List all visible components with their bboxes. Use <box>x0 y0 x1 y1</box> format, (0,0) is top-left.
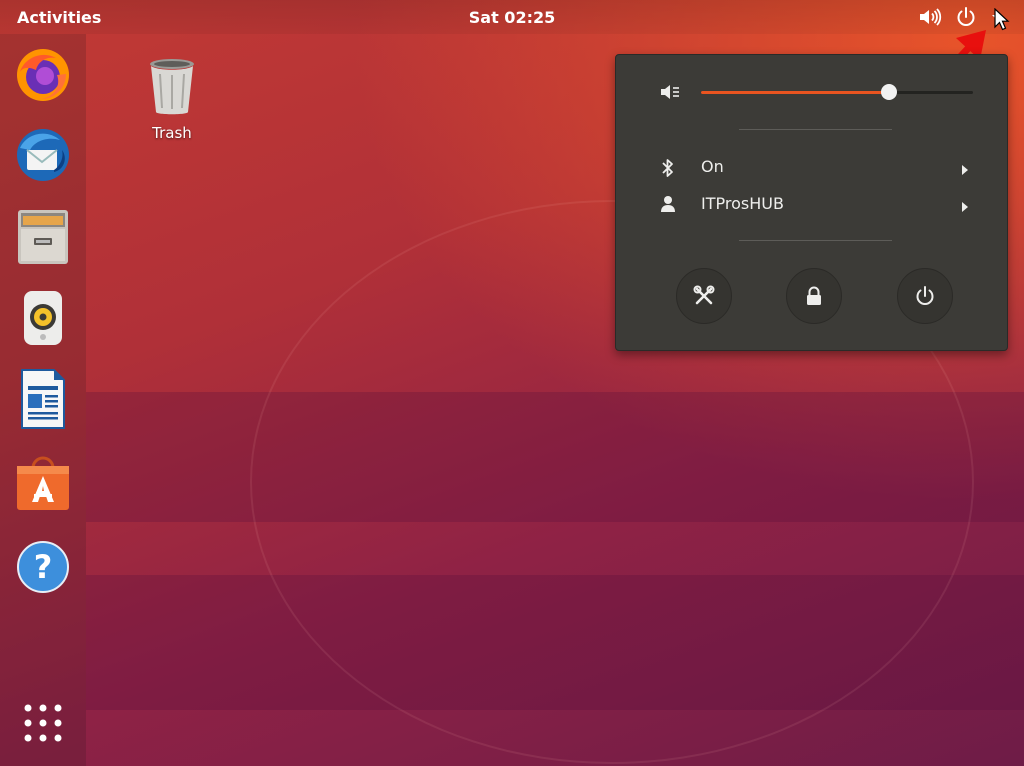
bluetooth-status-label: On <box>701 157 724 176</box>
activities-button[interactable]: Activities <box>17 8 101 27</box>
user-icon <box>660 195 676 217</box>
chevron-right-icon <box>960 198 970 217</box>
lock-button[interactable] <box>786 268 842 324</box>
clock-button[interactable]: Sat 02:25 <box>469 8 555 27</box>
help-icon[interactable]: ? <box>12 536 74 598</box>
thunderbird-icon[interactable] <box>12 124 74 186</box>
volume-slider-knob[interactable] <box>880 84 897 100</box>
dock: ? <box>0 34 86 766</box>
files-icon[interactable] <box>12 206 74 268</box>
svg-text:?: ? <box>34 548 53 586</box>
top-bar: Activities Sat 02:25 <box>0 0 1024 34</box>
system-menu: On ITProsHUB <box>615 54 1008 351</box>
volume-slider[interactable] <box>701 84 973 100</box>
lock-icon <box>807 286 821 305</box>
power-off-button[interactable] <box>897 268 953 324</box>
power-icon <box>916 286 934 305</box>
volume-slider-fill <box>701 91 889 94</box>
menu-separator <box>739 129 892 130</box>
trash-label: Trash <box>152 124 192 142</box>
bluetooth-icon <box>660 158 676 182</box>
mouse-cursor-icon <box>994 7 1010 36</box>
libreoffice-writer-icon[interactable] <box>12 368 74 430</box>
trash-desktop-item[interactable]: Trash <box>136 56 208 142</box>
settings-button[interactable] <box>676 268 732 324</box>
show-applications-icon[interactable] <box>12 692 74 754</box>
volume-muted-icon <box>659 82 681 106</box>
user-item[interactable]: ITProsHUB <box>616 188 1007 220</box>
ubuntu-software-icon[interactable] <box>12 452 74 514</box>
firefox-icon[interactable] <box>12 44 74 106</box>
chevron-right-icon <box>960 161 970 180</box>
menu-separator <box>739 240 892 241</box>
trash-icon <box>150 59 194 115</box>
bluetooth-item[interactable]: On <box>616 151 1007 183</box>
user-name-label: ITProsHUB <box>701 194 784 213</box>
rhythmbox-icon[interactable] <box>12 287 74 349</box>
settings-icon <box>693 285 715 305</box>
